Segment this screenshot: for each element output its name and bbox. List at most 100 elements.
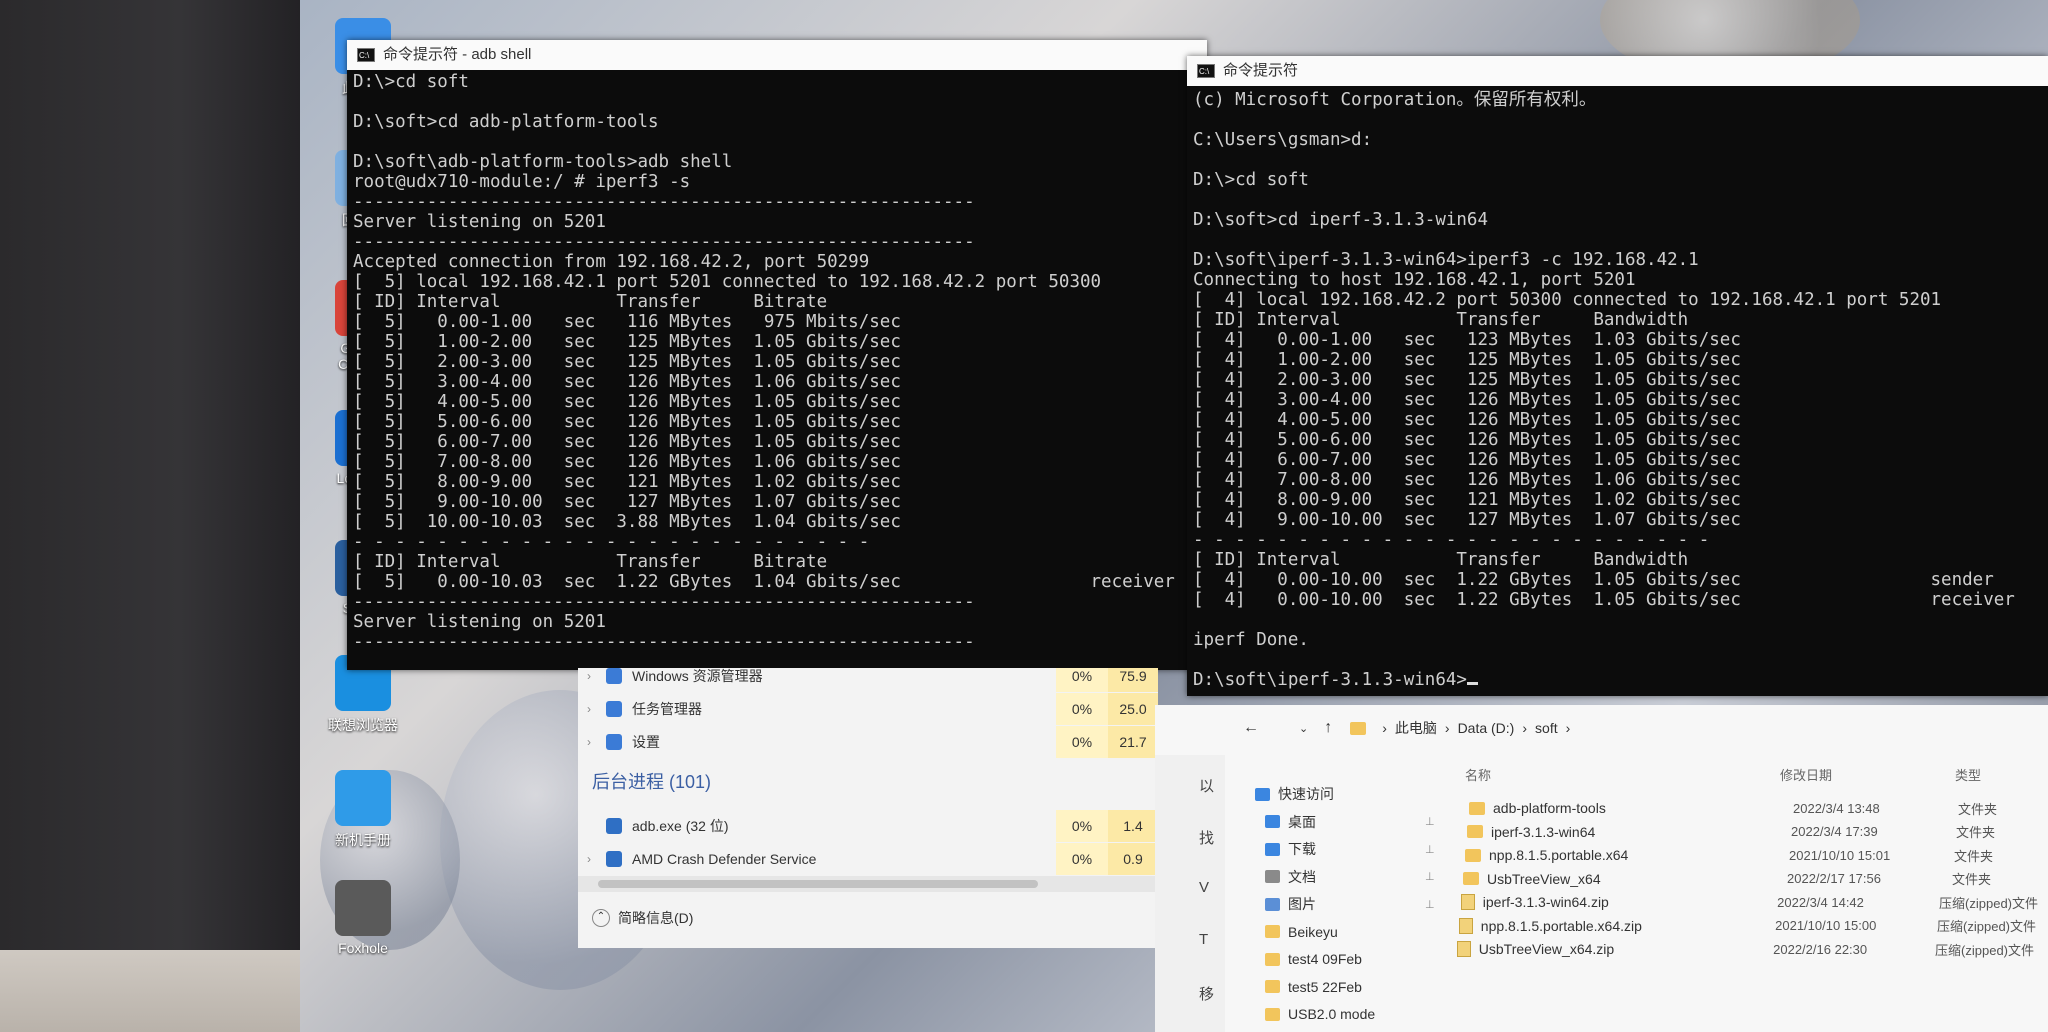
task-manager-window[interactable]: › Windows 资源管理器 0% 75.9 › 任务管理器 0% 25.0 › 设置 0% 21.… (578, 668, 1158, 948)
desktop-shortcut[interactable]: Foxhole (318, 880, 408, 956)
nav-item-label: 桌面 (1288, 813, 1316, 830)
file-row[interactable]: npp.8.1.5.portable.x64 2021/10/10 15:01 文件… (1465, 844, 2042, 866)
process-row[interactable]: › Windows 资源管理器 0% 75.9 (578, 668, 1158, 692)
zip-file-icon (1459, 917, 1473, 934)
column-header-name[interactable]: 名称 (1465, 765, 1491, 784)
nav-item[interactable]: USB2.0 mode (1265, 1001, 1375, 1027)
terminal-line: [ ID] Interval Transfer Bandwidth (1193, 310, 1689, 330)
process-row[interactable]: › AMD Crash Defender Service 0% 0.9 (578, 843, 1158, 875)
file-type: 文件夹 (1958, 801, 1998, 817)
chevron-right-icon[interactable]: › (578, 702, 600, 716)
nav-item[interactable]: 快速访问 (1255, 781, 1334, 807)
pin-icon[interactable]: ⊥ (1425, 815, 1435, 828)
nav-item[interactable]: test4 09Feb (1265, 946, 1362, 972)
terminal-line: D:\soft\iperf-3.1.3-win64>iperf3 -c 192.… (1193, 250, 1699, 270)
process-icon (606, 851, 622, 867)
file-date: 2022/2/16 22:30 (1773, 941, 1868, 957)
file-row[interactable]: adb-platform-tools 2022/3/4 13:48 文件夹 (1469, 797, 2046, 819)
process-name: AMD Crash Defender Service (632, 851, 817, 867)
file-date: 2021/10/10 15:00 (1775, 918, 1877, 933)
nav-item[interactable]: 下载 ⊥ (1265, 836, 1435, 862)
process-cpu: 0% (1056, 726, 1108, 758)
file-name: adb-platform-tools (1493, 800, 1606, 816)
file-row[interactable]: iperf-3.1.3-win64.zip 2022/3/4 14:42 压缩(zi… (1461, 891, 2038, 913)
breadcrumb-item[interactable]: Data (D:) (1458, 720, 1515, 736)
nav-item[interactable]: 图片 ⊥ (1265, 891, 1435, 917)
process-cpu: 0% (1056, 810, 1108, 842)
nav-item[interactable]: test5 22Feb (1265, 974, 1362, 1000)
nav-item[interactable]: Beikeyu (1265, 919, 1338, 945)
terminal-line: [ 5] 6.00-7.00 sec 126 MBytes 1.05 Gbits… (353, 432, 901, 452)
terminal-line: iperf Done. (1193, 630, 1309, 650)
file-row[interactable]: UsbTreeView_x64.zip 2022/2/16 22:30 压缩(zip… (1457, 938, 2034, 960)
nav-item-label: 文档 (1288, 868, 1316, 885)
chevron-right-icon[interactable]: › (578, 735, 600, 749)
iperf-client-terminal[interactable]: C:\ 命令提示符 (c) Microsoft Corporation。保留所有… (1187, 56, 2048, 696)
file-type: 压缩(zipped)文件 (1937, 919, 2036, 934)
terminal-line: [ 5] 0.00-10.03 sec 1.22 GBytes 1.04 Gbi… (353, 572, 1175, 592)
column-header-type[interactable]: 类型 (1955, 765, 1981, 784)
adb-shell-terminal[interactable]: C:\ 命令提示符 - adb shell D:\>cd soft D:\soft… (347, 40, 1207, 670)
chevron-down-icon[interactable]: ⌄ (1299, 722, 1308, 735)
desktop-shortcut-label: Foxhole (338, 940, 388, 956)
breadcrumb-separator-icon: › (1382, 720, 1387, 736)
column-header-date[interactable]: 修改日期 (1780, 765, 1832, 784)
file-name: npp.8.1.5.portable.x64.zip (1480, 917, 1642, 934)
terminal-titlebar[interactable]: C:\ 命令提示符 (1187, 56, 2048, 86)
breadcrumb-separator-icon: › (1522, 720, 1528, 736)
terminal-titlebar[interactable]: C:\ 命令提示符 - adb shell (347, 40, 1207, 70)
process-row[interactable]: adb.exe (32 位) 0% 1.4 (578, 810, 1158, 842)
nav-item[interactable]: 桌面 ⊥ (1265, 809, 1435, 835)
folder-icon (1350, 721, 1367, 735)
terminal-line: [ 5] 0.00-1.00 sec 116 MBytes 975 Mbits/… (353, 312, 901, 332)
pin-icon[interactable]: ⊥ (1425, 843, 1435, 856)
terminal-line: [ 4] 7.00-8.00 sec 126 MBytes 1.06 Gbits… (1193, 470, 1741, 490)
terminal-line: [ 5] 8.00-9.00 sec 121 MBytes 1.02 Gbits… (353, 472, 901, 492)
file-date: 2022/3/4 17:39 (1791, 824, 1878, 839)
chevron-right-icon[interactable]: › (578, 852, 600, 866)
process-icon (606, 734, 622, 750)
zip-file-icon (1457, 941, 1471, 957)
terminal-line: ----------------------------------------… (353, 632, 975, 652)
process-icon (606, 818, 622, 834)
fewer-details-button[interactable]: ⌃ 简略信息(D) (592, 908, 693, 928)
nav-item[interactable]: 文档 ⊥ (1265, 864, 1435, 890)
file-row[interactable]: npp.8.1.5.portable.x64.zip 2021/10/10 15:… (1459, 915, 2036, 937)
breadcrumb-item[interactable]: 此电脑 (1395, 718, 1437, 738)
file-type: 压缩(zipped)文件 (1939, 895, 2038, 911)
up-arrow-icon[interactable]: ↑ (1324, 719, 1332, 737)
file-row[interactable]: iperf-3.1.3-win64 2022/3/4 17:39 文件夹 (1467, 821, 2044, 843)
terminal-line: [ 4] 2.00-3.00 sec 125 MBytes 1.05 Gbits… (1193, 370, 1741, 390)
address-bar[interactable]: ← ⌄ ↑ › 此电脑 › Data (D:) › soft › (1155, 705, 2048, 751)
file-date: 2022/2/17 17:56 (1787, 871, 1881, 886)
desk-surface (0, 950, 300, 1032)
process-row[interactable]: › 任务管理器 0% 25.0 (578, 693, 1158, 725)
process-row[interactable]: › 设置 0% 21.7 (578, 726, 1158, 758)
nav-item-label: test5 22Feb (1288, 978, 1362, 995)
scrollbar-thumb[interactable] (598, 880, 1038, 888)
file-explorer-window[interactable]: ← ⌄ ↑ › 此电脑 › Data (D:) › soft › 以找 V T 移 名… (1155, 705, 2048, 1032)
chevron-right-icon[interactable]: › (578, 669, 600, 683)
process-name: 任务管理器 (632, 701, 702, 717)
file-type: 文件夹 (1954, 848, 1994, 864)
file-name: UsbTreeView_x64.zip (1478, 941, 1615, 957)
terminal-line: D:\>cd soft (353, 72, 469, 92)
terminal-line: [ 4] 6.00-7.00 sec 126 MBytes 1.05 Gbits… (1193, 450, 1741, 470)
process-memory: 75.9 (1108, 668, 1158, 692)
terminal-line: [ 4] 4.00-5.00 sec 126 MBytes 1.05 Gbits… (1193, 410, 1741, 430)
back-arrow-icon[interactable]: ← (1243, 719, 1259, 737)
terminal-line: Accepted connection from 192.168.42.2, p… (353, 252, 870, 272)
process-name: Windows 资源管理器 (632, 668, 763, 684)
file-type: 压缩(zipped)文件 (1935, 942, 2034, 958)
side-panel-label: T (1199, 931, 1209, 948)
process-cpu: 0% (1056, 668, 1108, 692)
horizontal-scrollbar[interactable] (578, 876, 1158, 892)
file-row[interactable]: UsbTreeView_x64 2022/2/17 17:56 文件夹 (1463, 868, 2040, 890)
nav-item-label: 快速访问 (1278, 786, 1334, 802)
pin-icon[interactable]: ⊥ (1425, 898, 1435, 911)
desktop-shortcut[interactable]: 新机手册 (318, 770, 408, 850)
breadcrumb-item[interactable]: soft (1535, 720, 1558, 736)
pin-icon[interactable]: ⊥ (1425, 870, 1435, 883)
terminal-line: [ 5] local 192.168.42.1 port 5201 connec… (353, 272, 1102, 292)
